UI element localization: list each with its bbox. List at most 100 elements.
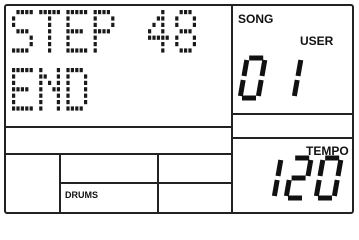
matrix-dot [184,29,188,34]
matrix-dot [98,29,102,34]
matrix-dot [165,35,169,40]
matrix-dot [152,22,156,27]
matrix-dot [20,48,24,53]
matrix-dot [102,29,106,34]
matrix-dot [20,68,24,73]
digit-segment [335,159,344,177]
matrix-dot [148,35,152,40]
matrix-dot [93,48,97,53]
user-label: USER [300,34,334,48]
matrix-dot [184,48,188,53]
digit-segment [255,79,264,97]
matrix-dot [20,87,24,92]
matrix-dot [84,80,88,85]
matrix-dot [66,106,70,111]
divider-left-lower [5,153,232,155]
matrix-dot [156,16,160,21]
matrix-dot [98,10,102,15]
matrix-dot [66,74,70,79]
digit-segment [331,179,340,197]
matrix-dot [29,106,33,111]
matrix-dot [12,87,16,92]
matrix-dot [52,87,56,92]
divider-right-upper [232,113,353,115]
matrix-dot [70,106,74,111]
matrix-dot [161,35,165,40]
matrix-dot [84,87,88,92]
matrix-dot [175,42,179,47]
matrix-dot [184,10,188,15]
matrix-dot [161,22,165,27]
digit-segment [241,59,250,77]
matrix-dot [12,74,16,79]
matrix-dot [75,68,79,73]
matrix-dot [56,100,60,105]
matrix-dot [12,16,16,21]
matrix-dot [39,93,43,98]
matrix-dot [79,68,83,73]
digit-segment [275,159,284,177]
lcd-screen: SONG USER TEMPO DRUMS [0,0,359,220]
matrix-dot [111,22,115,27]
digit-segment [317,159,326,177]
matrix-dot [48,16,52,21]
matrix-dot [75,48,79,53]
matrix-dot [175,22,179,27]
matrix-dot [56,93,60,98]
matrix-dot [161,48,165,53]
matrix-dot [48,29,52,34]
matrix-dot [66,42,70,47]
tempo-display [271,155,344,201]
matrix-dot [39,74,43,79]
matrix-dot [48,22,52,27]
matrix-dot [29,35,33,40]
divider-right-lower [232,137,353,139]
matrix-dot [12,22,16,27]
matrix-dot [48,10,52,15]
matrix-dot [66,87,70,92]
divider-left-upper [5,126,232,128]
matrix-dot [93,42,97,47]
matrix-dot [66,35,70,40]
matrix-dot [66,29,70,34]
matrix-dot [66,93,70,98]
matrix-dot [43,10,47,15]
matrix-dot [102,10,106,15]
matrix-dot [66,16,70,21]
matrix-dot [25,10,29,15]
matrix-dot [192,16,196,21]
matrix-dot [16,29,20,34]
matrix-dot [39,87,43,92]
matrix-dot [25,106,29,111]
matrix-dot [48,80,52,85]
matrix-dot [29,42,33,47]
matrix-dot [16,68,20,73]
matrix-dot [70,48,74,53]
matrix-dot [75,10,79,15]
digit-segment [283,179,292,197]
matrix-dot [48,35,52,40]
matrix-dot [25,29,29,34]
matrix-dot [156,35,160,40]
matrix-dot [75,106,79,111]
matrix-dot [66,22,70,27]
matrix-dot [48,42,52,47]
matrix-dot [56,10,60,15]
matrix-dot [56,106,60,111]
matrix-dot [20,106,24,111]
divider-cell-1 [59,154,61,213]
matrix-dot [84,100,88,105]
digit-segment [271,179,280,197]
matrix-dot [39,80,43,85]
matrix-dot [12,48,16,53]
matrix-dot [93,29,97,34]
matrix-dot [192,42,196,47]
matrix-dot [25,68,29,73]
matrix-dot [66,68,70,73]
matrix-dot [39,68,43,73]
matrix-dot [25,87,29,92]
matrix-dot [175,16,179,21]
matrix-dot [66,48,70,53]
digit-segment [313,179,322,197]
digit-segment [295,59,304,77]
